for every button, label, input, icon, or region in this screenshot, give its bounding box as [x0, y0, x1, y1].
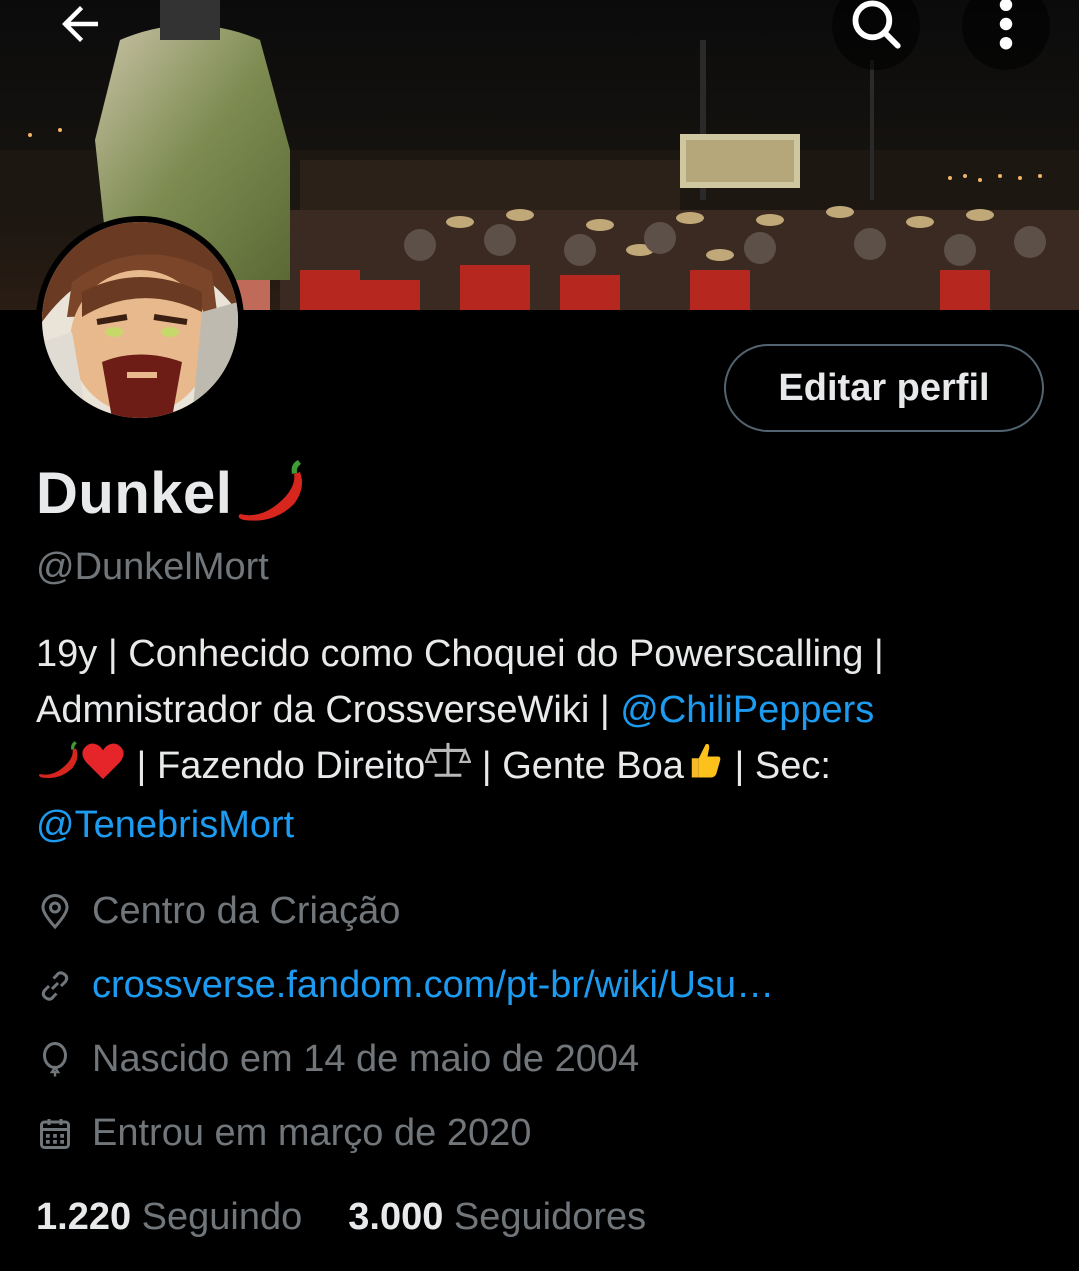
bio-text: Admnistrador da CrossverseWiki |: [36, 689, 621, 731]
bio-line: @TenebrisMort: [36, 797, 1046, 853]
balloon-icon: [36, 1041, 74, 1079]
bio-line: 19y | Conhecido como Choquei do Powersca…: [36, 633, 884, 675]
search-icon: [847, 0, 905, 58]
birthday-row: Nascido em 14 de maio de 2004: [36, 1038, 639, 1081]
user-handle: @DunkelMort: [36, 546, 269, 588]
mention-link[interactable]: @TenebrisMort: [36, 804, 294, 846]
red-heart-icon: [80, 739, 126, 797]
bio-text: | Fazendo Direito: [126, 745, 426, 787]
more-vertical-icon: [982, 0, 1030, 58]
arrow-left-icon: [53, 0, 107, 56]
display-name-row: Dunkel: [36, 458, 306, 529]
followers-count: 3.000: [348, 1196, 444, 1238]
website-link[interactable]: crossverse.fandom.com/pt-br/wiki/Usu…: [92, 964, 774, 1007]
display-name: Dunkel: [36, 461, 233, 526]
link-icon: [36, 967, 74, 1005]
mention-link[interactable]: @ChiliPeppers: [620, 689, 874, 731]
bio-text: | Sec:: [723, 745, 831, 787]
following-count: 1.220: [36, 1196, 132, 1238]
profile-bio: 19y | Conhecido como Choquei do Powersca…: [36, 626, 1046, 853]
edit-profile-button[interactable]: Editar perfil: [724, 344, 1044, 432]
location-row: Centro da Criação: [36, 890, 400, 933]
calendar-icon: [36, 1115, 74, 1153]
joined-row: Entrou em março de 2020: [36, 1112, 531, 1155]
bio-line: | Fazendo Direito | Gente Boa | Sec:: [36, 738, 1046, 797]
thumbs-up-icon: [684, 739, 724, 797]
location-pin-icon: [36, 893, 74, 931]
following-stat[interactable]: 1.220 Seguindo: [36, 1196, 302, 1239]
bio-text: | Gente Boa: [471, 745, 684, 787]
birthday-text: Nascido em 14 de maio de 2004: [92, 1038, 640, 1080]
bio-line: Admnistrador da CrossverseWiki | @ChiliP…: [36, 682, 1046, 738]
avatar[interactable]: [36, 216, 244, 424]
balance-scale-icon: [424, 739, 472, 797]
location-text: Centro da Criação: [92, 890, 401, 932]
chili-pepper-icon: [234, 458, 306, 529]
followers-stat[interactable]: 3.000 Seguidores: [348, 1196, 646, 1239]
follow-stats: 1.220 Seguindo 3.000 Seguidores: [36, 1196, 692, 1239]
following-label: Seguindo: [141, 1196, 303, 1238]
chili-pepper-icon: [36, 740, 80, 796]
website-row: crossverse.fandom.com/pt-br/wiki/Usu…: [36, 964, 774, 1007]
joined-text: Entrou em março de 2020: [92, 1112, 532, 1154]
followers-label: Seguidores: [453, 1196, 647, 1238]
